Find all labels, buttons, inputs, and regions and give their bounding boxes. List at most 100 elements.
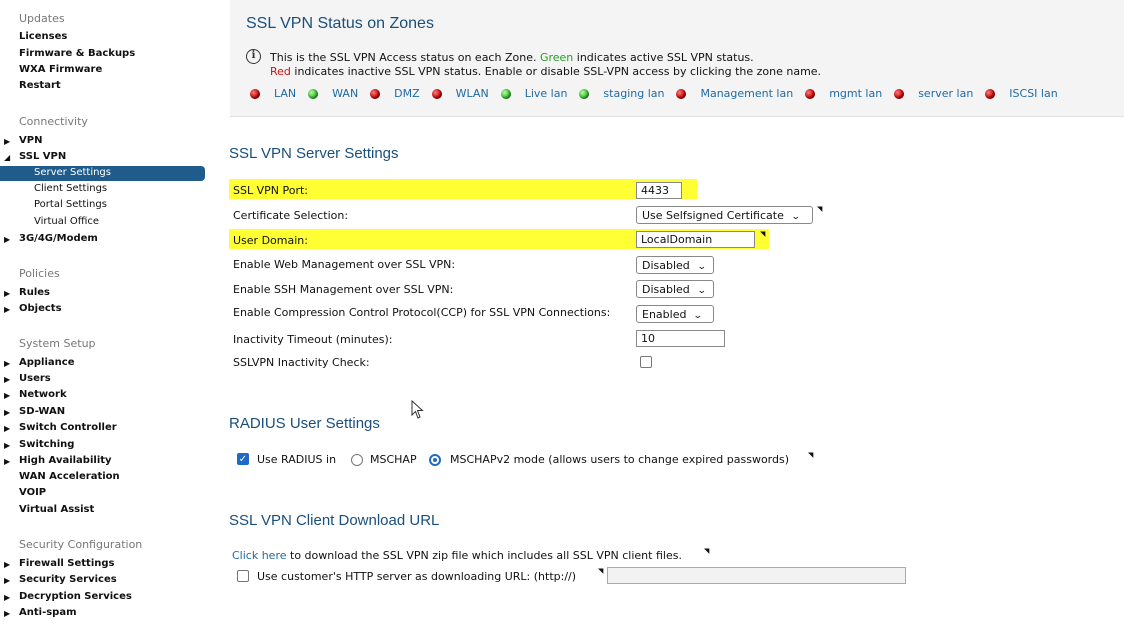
download-text-rest: to download the SSL VPN zip file which i… [290,549,682,562]
zone-item[interactable]: mgmt lan [805,87,882,100]
sidebar-item-sd-wan[interactable]: SD-WAN [19,406,65,417]
sidebar: Updates Licenses Firmware & Backups WXA … [0,0,205,628]
info-text-b: indicates active SSL VPN status. [576,51,754,64]
sidebar-heading-system-setup: System Setup [19,337,96,350]
ccp-select-value: Enabled [642,308,687,321]
expand-right-icon[interactable]: ▶ [4,576,10,585]
user-domain-input[interactable]: LocalDomain [636,231,755,248]
zone-list: LAN WAN DMZ WLAN Live lan staging lan Manageme… [250,87,1070,102]
sidebar-item-licenses[interactable]: Licenses [19,31,67,42]
zone-link[interactable]: LAN [274,87,296,100]
inactivity-timeout-input[interactable]: 10 [636,330,725,347]
sidebar-item-ssl-vpn[interactable]: SSL VPN [19,151,66,162]
sidebar-item-high-availability[interactable]: High Availability [19,455,112,466]
sidebar-item-anti-spam[interactable]: Anti-spam [19,607,77,618]
zone-item[interactable]: DMZ [370,87,420,100]
sidebar-item-portal-settings[interactable]: Portal Settings [34,199,107,210]
zone-status-red-icon [431,88,442,99]
tooltip-marker-icon[interactable]: ◥ [598,567,603,575]
expand-right-icon[interactable]: ▶ [4,305,10,314]
inactivity-timeout-label: Inactivity Timeout (minutes): [233,333,393,346]
expand-right-icon[interactable]: ▶ [4,375,10,384]
ssh-management-select[interactable]: Disabled ⌄ [636,280,714,298]
sidebar-item-wan-acceleration[interactable]: WAN Acceleration [19,471,120,482]
inactivity-check-checkbox[interactable] [640,356,652,368]
mschap-label: MSCHAP [370,453,417,466]
sidebar-item-objects[interactable]: Objects [19,303,62,314]
expand-right-icon[interactable]: ▶ [4,609,10,618]
expand-right-icon[interactable]: ▶ [4,560,10,569]
zone-link[interactable]: WLAN [456,87,489,100]
tooltip-marker-icon[interactable]: ◥ [808,451,813,459]
expand-right-icon[interactable]: ▶ [4,424,10,433]
web-management-select[interactable]: Disabled ⌄ [636,256,714,274]
sidebar-item-restart[interactable]: Restart [19,80,61,91]
sidebar-item-switching[interactable]: Switching [19,439,74,450]
sidebar-item-modem[interactable]: 3G/4G/Modem [19,233,98,244]
info-red-word: Red [270,65,291,78]
expand-right-icon[interactable]: ▶ [4,235,10,244]
expand-right-icon[interactable]: ▶ [4,289,10,298]
zone-item[interactable]: WAN [308,87,358,100]
expand-right-icon[interactable]: ▶ [4,408,10,417]
expand-right-icon[interactable]: ▶ [4,359,10,368]
zone-link[interactable]: WAN [332,87,358,100]
custom-server-url-input[interactable] [607,567,906,584]
zone-link[interactable]: server lan [918,87,973,100]
zone-item[interactable]: server lan [894,87,973,100]
tooltip-marker-icon[interactable]: ◥ [817,205,822,213]
sidebar-item-voip[interactable]: VOIP [19,487,46,498]
zone-status-green-icon [500,88,511,99]
expand-right-icon[interactable]: ▶ [4,441,10,450]
sidebar-item-virtual-assist[interactable]: Virtual Assist [19,504,94,515]
mouse-cursor-icon [411,400,424,419]
expand-right-icon[interactable]: ▶ [4,457,10,466]
collapse-down-icon[interactable]: ◢ [4,153,10,162]
radius-settings-title: RADIUS User Settings [229,415,380,432]
sidebar-item-firewall-settings[interactable]: Firewall Settings [19,558,115,569]
use-radius-checkbox[interactable]: ✓ [237,453,249,465]
click-here-link[interactable]: Click here [232,549,287,562]
expand-right-icon[interactable]: ▶ [4,137,10,146]
tooltip-marker-icon[interactable]: ◥ [760,230,765,238]
sidebar-item-decryption-services[interactable]: Decryption Services [19,591,132,602]
zone-status-green-icon [308,88,319,99]
zone-item[interactable]: Live lan [500,87,568,100]
sidebar-item-security-services[interactable]: Security Services [19,574,117,585]
zone-link[interactable]: Management lan [700,87,793,100]
ccp-select[interactable]: Enabled ⌄ [636,305,714,323]
ssl-vpn-port-input[interactable]: 4433 [636,182,682,199]
expand-right-icon[interactable]: ▶ [4,391,10,400]
zone-link[interactable]: staging lan [603,87,664,100]
sidebar-item-users[interactable]: Users [19,373,51,384]
custom-server-checkbox[interactable] [237,570,249,582]
sidebar-item-wxa-firmware[interactable]: WXA Firmware [19,64,102,75]
zone-link[interactable]: Live lan [525,87,568,100]
sidebar-item-vpn[interactable]: VPN [19,135,42,146]
tooltip-marker-icon[interactable]: ◥ [704,547,709,555]
zone-link[interactable]: ISCSI lan [1009,87,1057,100]
sidebar-item-rules[interactable]: Rules [19,287,50,298]
zone-status-green-icon [579,88,590,99]
zone-link[interactable]: DMZ [394,87,420,100]
zone-item[interactable]: Management lan [676,87,793,100]
sidebar-item-appliance[interactable]: Appliance [19,357,75,368]
expand-right-icon[interactable]: ▶ [4,593,10,602]
zone-item[interactable]: WLAN [431,87,489,100]
sidebar-item-firmware-backups[interactable]: Firmware & Backups [19,48,135,59]
zone-item[interactable]: staging lan [579,87,664,100]
download-url-title: SSL VPN Client Download URL [229,512,440,529]
sidebar-heading-policies: Policies [19,267,60,280]
sidebar-item-server-settings[interactable]: Server Settings [0,166,205,181]
info-text-c: indicates inactive SSL VPN status. Enabl… [294,65,822,78]
sidebar-item-network[interactable]: Network [19,389,67,400]
sidebar-item-client-settings[interactable]: Client Settings [34,183,107,194]
zone-item[interactable]: ISCSI lan [985,87,1058,100]
zone-item[interactable]: LAN [250,87,296,100]
mschapv2-radio[interactable] [429,454,441,466]
certificate-select[interactable]: Use Selfsigned Certificate ⌄ [636,206,813,224]
sidebar-item-virtual-office[interactable]: Virtual Office [34,216,99,227]
zone-link[interactable]: mgmt lan [829,87,882,100]
mschap-radio[interactable] [351,454,363,466]
sidebar-item-switch-controller[interactable]: Switch Controller [19,422,117,433]
